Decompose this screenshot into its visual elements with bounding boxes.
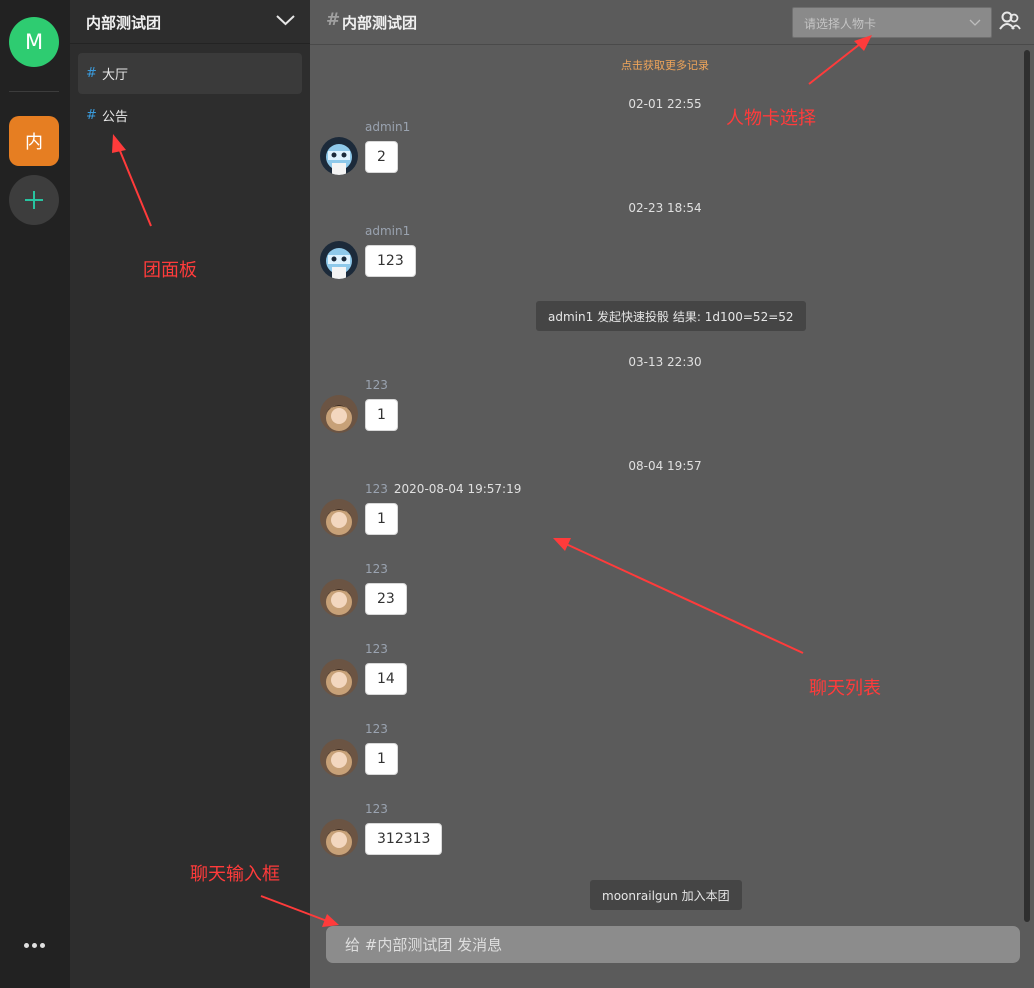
message-author: 123 2020-08-04 19:57:19: [365, 482, 522, 496]
user-avatar[interactable]: M: [9, 17, 59, 67]
message-bubble: 2: [365, 141, 398, 173]
avatar[interactable]: [320, 659, 358, 697]
message-author: 123: [365, 642, 388, 656]
avatar[interactable]: [320, 579, 358, 617]
avatar[interactable]: [320, 499, 358, 537]
panel-title: 内部测试团: [86, 14, 162, 32]
rail-divider: [9, 91, 59, 92]
message-author: admin1: [365, 120, 411, 134]
add-group-button[interactable]: [9, 175, 59, 225]
message-bubble: 1: [365, 743, 398, 775]
message-bubble: 1: [365, 399, 398, 431]
timestamp: 08-04 19:57: [628, 459, 702, 473]
app-window: M 内 内部测试团 # 大厅 # 公告 # 内部测试团 请选择人物卡 点击获取更…: [0, 0, 1034, 988]
chat-scrollbar[interactable]: [1024, 50, 1030, 922]
message-author: 123: [365, 562, 388, 576]
annotation-actor-select: 人物卡选择: [726, 108, 816, 129]
more-icon[interactable]: [9, 930, 59, 960]
annotation-group-panel: 团面板: [143, 260, 197, 281]
avatar[interactable]: [320, 137, 358, 175]
avatar[interactable]: [320, 395, 358, 433]
channel-label: 大厅: [102, 68, 129, 83]
message-author: 123: [365, 378, 388, 392]
chevron-down-icon[interactable]: [276, 13, 295, 27]
hash-icon: #: [86, 66, 97, 81]
actor-manage-icon[interactable]: [999, 10, 1021, 32]
channel-label: 公告: [102, 110, 129, 125]
message-bubble: 312313: [365, 823, 443, 855]
actor-card-select[interactable]: 请选择人物卡: [792, 7, 992, 38]
avatar[interactable]: [320, 739, 358, 777]
chat-input[interactable]: [326, 926, 1020, 963]
timestamp: 03-13 22:30: [628, 355, 702, 369]
message-bubble: 1: [365, 503, 398, 535]
load-more-link[interactable]: 点击获取更多记录: [310, 57, 1020, 73]
channel-item-notice[interactable]: # 公告: [78, 95, 302, 136]
message-bubble: 14: [365, 663, 407, 695]
plus-icon: [25, 191, 43, 209]
message-bubble: 23: [365, 583, 407, 615]
hash-icon: #: [86, 108, 97, 123]
avatar[interactable]: [320, 241, 358, 279]
system-message: admin1 发起快速投骰 结果: 1d100=52=52: [536, 301, 806, 331]
message-time: 2020-08-04 19:57:19: [393, 482, 522, 496]
chevron-down-icon: [969, 19, 981, 26]
annotation-chat-input: 聊天输入框: [190, 864, 280, 885]
chat-header: # 内部测试团 请选择人物卡: [310, 0, 1034, 45]
message-bubble: 123: [365, 245, 416, 277]
actor-select-placeholder: 请选择人物卡: [804, 17, 877, 31]
channel-item-hall[interactable]: # 大厅: [78, 53, 302, 94]
chat-area: # 内部测试团 请选择人物卡 点击获取更多记录 02-01 22:55 admi…: [310, 0, 1034, 988]
panel-header[interactable]: 内部测试团: [70, 0, 310, 44]
group-icon[interactable]: 内: [9, 116, 59, 166]
annotation-chat-list: 聊天列表: [809, 678, 881, 699]
avatar[interactable]: [320, 819, 358, 857]
system-message: moonrailgun 加入本团: [590, 880, 742, 910]
group-rail: M 内: [0, 0, 70, 988]
hash-icon: #: [326, 10, 341, 30]
message-author: 123: [365, 722, 388, 736]
chat-title: 内部测试团: [342, 14, 418, 32]
timestamp: 02-23 18:54: [628, 201, 702, 215]
timestamp: 02-01 22:55: [628, 97, 702, 111]
message-author: 123: [365, 802, 388, 816]
group-panel: 内部测试团 # 大厅 # 公告: [70, 0, 310, 988]
message-author: admin1: [365, 224, 411, 238]
